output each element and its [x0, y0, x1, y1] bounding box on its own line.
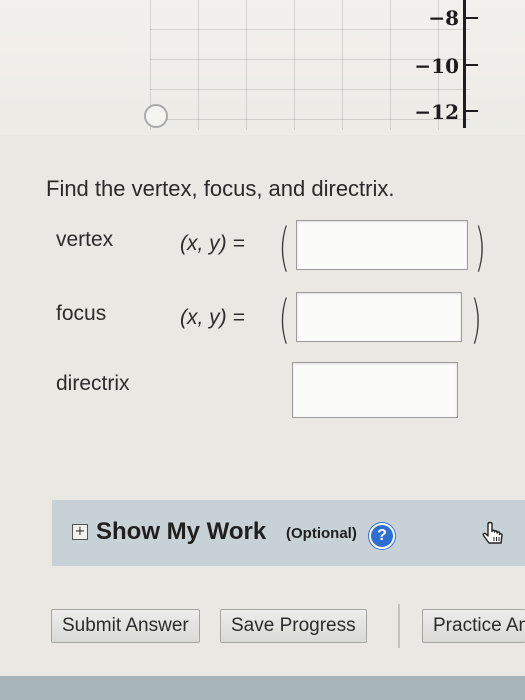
graph-option-radio[interactable] — [144, 104, 168, 128]
vertex-label: vertex — [56, 228, 114, 251]
y-tick-label: −8 — [428, 6, 459, 30]
vertex-coord-label: (x, y) = — [180, 232, 245, 255]
open-paren: ( — [278, 290, 290, 350]
vertex-input[interactable] — [296, 220, 468, 270]
button-separator — [398, 604, 400, 648]
optional-label: (Optional) — [286, 525, 357, 542]
practice-another-version-button[interactable]: Practice Another Version — [422, 609, 525, 643]
focus-input[interactable] — [296, 292, 462, 342]
submit-answer-button[interactable]: Submit Answer — [51, 609, 200, 643]
footer-band — [0, 676, 525, 700]
save-progress-button[interactable]: Save Progress — [220, 609, 367, 643]
y-tick — [464, 110, 478, 112]
focus-label: focus — [56, 302, 107, 325]
y-tick — [464, 17, 478, 19]
expand-icon[interactable]: + — [72, 524, 88, 540]
show-my-work-bar[interactable]: + Show My Work (Optional) ? — [52, 500, 525, 566]
y-tick-label: −10 — [414, 54, 459, 78]
close-paren: ) — [470, 290, 482, 350]
y-tick — [464, 64, 478, 66]
close-paren: ) — [474, 218, 486, 278]
question-text: Find the vertex, focus, and directrix. — [46, 176, 395, 201]
directrix-label: directrix — [56, 372, 130, 395]
graph-area: −8 −10 −12 — [0, 0, 525, 135]
hand-pointer-icon — [482, 521, 503, 544]
directrix-input[interactable] — [292, 362, 458, 418]
show-my-work-title[interactable]: Show My Work — [96, 518, 266, 546]
open-paren: ( — [278, 218, 290, 278]
y-tick-label: −12 — [414, 100, 459, 124]
help-icon[interactable]: ? — [369, 523, 395, 549]
focus-coord-label: (x, y) = — [180, 306, 245, 329]
